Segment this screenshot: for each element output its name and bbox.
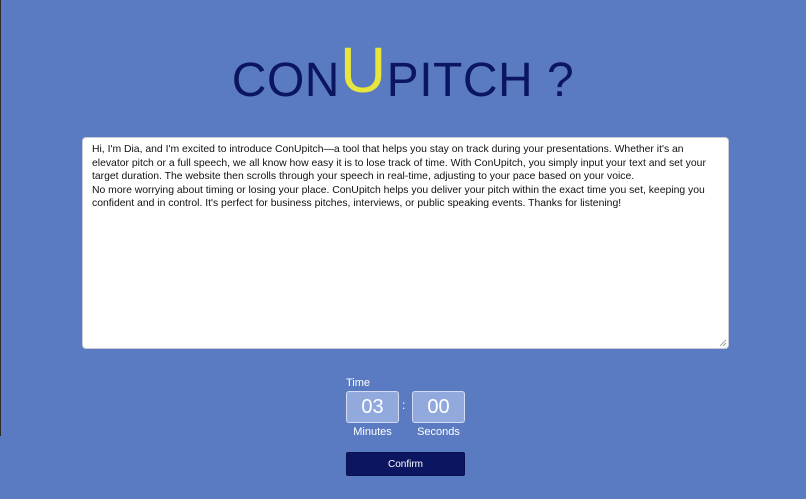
title-prefix: CON: [231, 54, 340, 107]
seconds-label: Seconds: [417, 426, 460, 438]
resize-handle-icon[interactable]: [719, 339, 726, 346]
time-label: Time: [346, 377, 371, 389]
minutes-label: Minutes: [353, 426, 392, 438]
minutes-input[interactable]: 03: [346, 391, 399, 423]
speech-paragraph: Hi, I'm Dia, and I'm excited to introduc…: [92, 144, 706, 182]
speech-textarea[interactable]: Hi, I'm Dia, and I'm excited to introduc…: [82, 137, 729, 349]
time-separator: :: [402, 398, 406, 412]
seconds-input[interactable]: 00: [412, 391, 465, 423]
speech-paragraph: No more worrying about timing or losing …: [92, 184, 705, 210]
page-title: CONUPITCH ?: [0, 38, 806, 111]
confirm-button[interactable]: Confirm: [346, 452, 465, 476]
title-highlight-letter: U: [339, 34, 387, 106]
title-suffix: PITCH ?: [386, 54, 575, 107]
